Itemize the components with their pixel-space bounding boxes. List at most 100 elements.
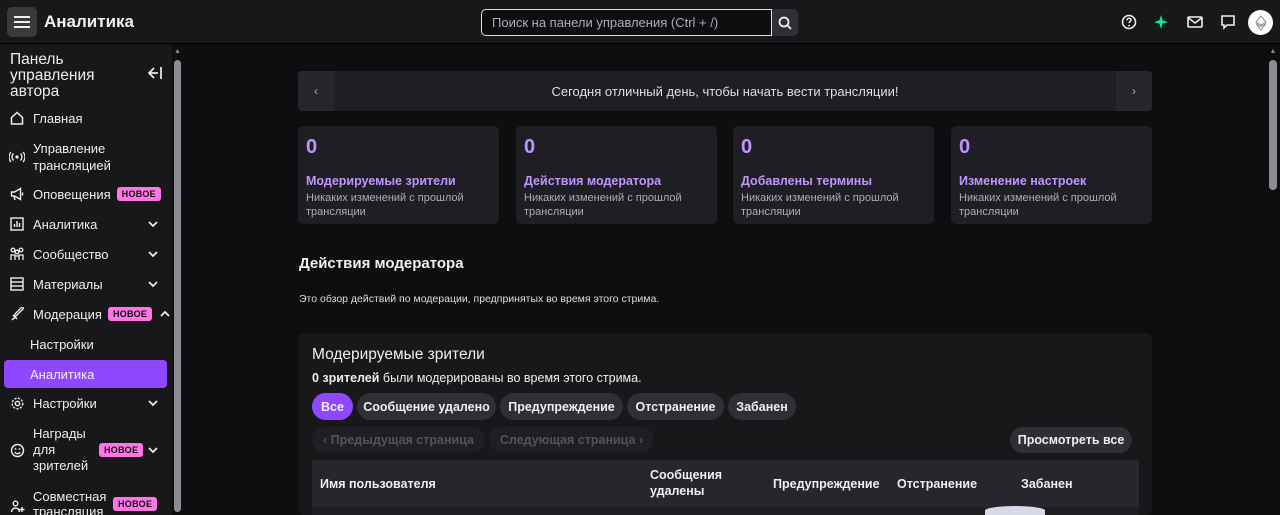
avatar[interactable]: [1248, 10, 1273, 35]
sidebar-item-content[interactable]: Материалы: [8, 275, 166, 293]
sidebar-scrollbar[interactable]: [174, 60, 181, 512]
inbox-button[interactable]: [1185, 12, 1205, 32]
banner-message: Сегодня отличный день, чтобы начать вест…: [551, 84, 899, 99]
sidebar-item-alerts[interactable]: Оповещения НОВОЕ: [8, 185, 166, 203]
filter-chip-timeout[interactable]: Отстранение: [627, 393, 724, 420]
community-icon: [8, 245, 26, 263]
column-header-messages-deleted[interactable]: Сообщения удалены: [650, 467, 740, 499]
stat-value: 0: [306, 136, 318, 158]
sidebar-item-label: Оповещения: [33, 186, 111, 202]
sword-icon: [8, 305, 26, 323]
banner-prev-button[interactable]: ‹: [298, 71, 334, 111]
decorative-illustration: [985, 506, 1045, 515]
chevron-down-icon: [148, 281, 158, 288]
help-icon: [1121, 14, 1137, 30]
column-header-banned[interactable]: Забанен: [1021, 476, 1073, 492]
sidebar-item-viewer-rewards[interactable]: Награды для зрителей НОВОЕ: [8, 425, 166, 475]
stat-subtext: Никаких изменений с прошлой трансляции: [306, 192, 464, 218]
filter-chip-message-deleted[interactable]: Сообщение удалено: [357, 393, 496, 420]
menu-button[interactable]: [7, 7, 37, 37]
avatar-logo-icon: [1254, 14, 1267, 31]
sidebar-subitem-moderation-settings[interactable]: Настройки: [4, 334, 167, 354]
main-scroll-up-icon[interactable]: ▲: [1269, 48, 1277, 55]
prev-page-label: Предыдущая страница: [330, 432, 474, 447]
view-all-button[interactable]: Просмотреть все: [1010, 427, 1132, 453]
banner-next-button[interactable]: ›: [1116, 71, 1152, 111]
prev-page-button[interactable]: ‹ Предыдущая страница: [312, 427, 485, 452]
search-button[interactable]: [772, 9, 798, 36]
whispers-button[interactable]: [1218, 12, 1238, 32]
sidebar-item-label: Настройки: [33, 395, 97, 411]
chat-bubble-icon: [1221, 15, 1235, 30]
column-header-timeout[interactable]: Отстранение: [897, 476, 977, 492]
collapse-sidebar-button[interactable]: [147, 66, 163, 82]
search-input[interactable]: Поиск на панели управления (Ctrl + /): [481, 9, 772, 36]
filter-chip-banned[interactable]: Забанен: [728, 393, 796, 420]
stat-card-moderated-viewers: 0 Модерируемые зрители Никаких изменений…: [298, 126, 499, 224]
sidebar-item-stream-manager[interactable]: Управление трансляцией: [8, 140, 166, 174]
main-scrollbar[interactable]: [1269, 60, 1277, 190]
section-title: Действия модератора: [299, 255, 464, 272]
new-badge: НОВОЕ: [113, 497, 158, 511]
stat-label: Изменение настроек: [959, 174, 1087, 188]
chevron-right-icon: ›: [635, 432, 644, 447]
next-page-button[interactable]: Следующая страница ›: [489, 427, 654, 452]
sidebar-subitem-moderation-analytics[interactable]: Аналитика: [4, 360, 167, 388]
sidebar-header: Панель управления автора: [10, 51, 95, 100]
panel-title: Модерируемые зрители: [312, 346, 485, 363]
stat-card-settings-changes: 0 Изменение настроек Никаких изменений с…: [951, 126, 1152, 224]
app-title: Аналитика: [44, 12, 134, 31]
new-badge: НОВОЕ: [116, 187, 161, 201]
stat-card-terms-added: 0 Добавлены термины Никаких изменений с …: [733, 126, 934, 224]
sparkle-button[interactable]: [1151, 12, 1171, 32]
chevron-down-icon: [148, 447, 158, 454]
chevron-left-icon: ‹: [314, 84, 318, 98]
collab-icon: [8, 497, 26, 515]
sidebar-item-moderation[interactable]: Модерация НОВОЕ: [8, 305, 170, 323]
sidebar-item-label: Аналитика: [33, 216, 98, 232]
gear-icon: [8, 394, 26, 412]
sidebar-item-community[interactable]: Сообщество: [8, 245, 166, 263]
megaphone-icon: [8, 185, 26, 203]
tip-banner: ‹ Сегодня отличный день, чтобы начать ве…: [298, 71, 1152, 111]
stat-subtext: Никаких изменений с прошлой трансляции: [959, 192, 1117, 218]
collapse-left-icon: [147, 67, 162, 79]
section-description: Это обзор действий по модерации, предпри…: [299, 293, 660, 305]
stat-subtext: Никаких изменений с прошлой трансляции: [524, 192, 682, 218]
column-header-warning[interactable]: Предупреждение: [773, 476, 880, 492]
sidebar-item-home[interactable]: Главная: [8, 109, 166, 127]
rewards-icon: [8, 441, 26, 459]
broadcast-icon: [8, 148, 26, 166]
top-bar: Аналитика Поиск на панели управления (Ct…: [0, 0, 1280, 44]
filter-chip-warning[interactable]: Предупреждение: [500, 393, 623, 420]
chevron-down-icon: [148, 400, 158, 407]
sidebar-item-collab-stream[interactable]: Совместная трансляция НОВОЕ: [8, 489, 166, 515]
chevron-right-icon: ›: [1132, 84, 1136, 98]
chevron-left-icon: ‹: [323, 432, 331, 447]
sidebar-scroll-up-icon[interactable]: ▲: [174, 48, 181, 55]
sidebar-item-settings[interactable]: Настройки: [8, 394, 166, 412]
help-button[interactable]: [1119, 12, 1139, 32]
search-icon: [778, 16, 792, 30]
new-badge: НОВОЕ: [107, 307, 153, 321]
filter-chip-all[interactable]: Все: [312, 393, 353, 420]
panel-description-text: были модерированы во время этого стрима.: [379, 371, 642, 385]
analytics-icon: [8, 215, 26, 233]
content-icon: [8, 275, 26, 293]
chevron-down-icon: [148, 221, 158, 228]
stat-value: 0: [524, 136, 536, 158]
sidebar-item-analytics[interactable]: Аналитика: [8, 215, 166, 233]
chevron-up-icon: [160, 310, 170, 317]
sidebar-item-label: Совместная трансляция: [33, 489, 107, 515]
hamburger-icon: [14, 16, 30, 28]
viewer-count: 0 зрителей: [312, 371, 380, 385]
table-header: Имя пользователя Сообщения удалены Преду…: [312, 460, 1139, 507]
chevron-down-icon: [148, 251, 158, 258]
stat-value: 0: [741, 136, 753, 158]
stat-label: Действия модератора: [524, 174, 662, 188]
sidebar-item-label: Управление трансляцией: [33, 141, 111, 173]
new-badge: НОВОЕ: [99, 443, 144, 457]
column-header-username[interactable]: Имя пользователя: [320, 476, 436, 492]
panel-description: 0 зрителей были модерированы во время эт…: [312, 371, 642, 385]
sidebar-item-label: Материалы: [33, 276, 103, 292]
